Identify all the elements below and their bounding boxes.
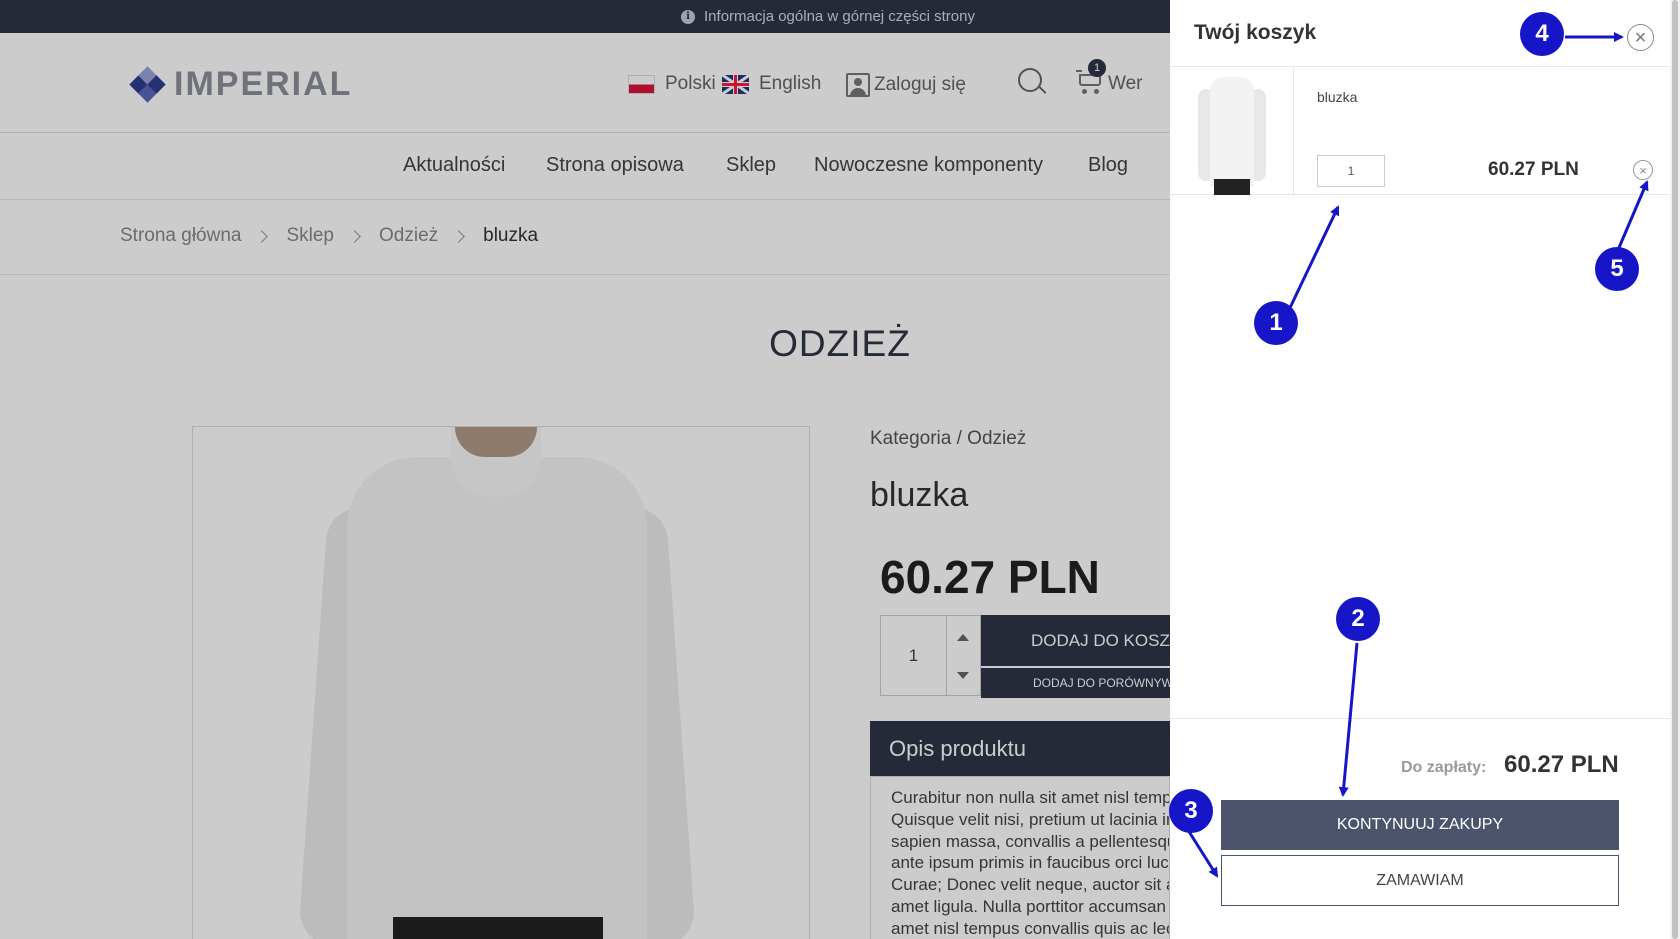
- cart-item-thumbnail[interactable]: [1170, 67, 1294, 195]
- close-icon[interactable]: ×: [1627, 24, 1654, 51]
- remove-item-icon[interactable]: ×: [1633, 160, 1653, 180]
- total-label: Do zapłaty:: [1401, 759, 1487, 776]
- total-value: 60.27 PLN: [1504, 751, 1619, 778]
- annotation-badge-4: 4: [1520, 12, 1564, 56]
- cart-title: Twój koszyk: [1194, 21, 1317, 44]
- page-overlay[interactable]: [0, 0, 1170, 939]
- cart-item-price: 60.27 PLN: [1488, 159, 1579, 180]
- continue-shopping-button[interactable]: KONTYNUUJ ZAKUPY: [1221, 800, 1619, 850]
- cart-item-quantity-input[interactable]: 1: [1317, 155, 1385, 187]
- cart-item: bluzka 1 60.27 PLN ×: [1170, 67, 1670, 195]
- annotation-badge-1: 1: [1254, 301, 1298, 345]
- annotation-badge-5: 5: [1595, 247, 1639, 291]
- place-order-button[interactable]: ZAMAWIAM: [1221, 855, 1619, 906]
- annotation-badge-3: 3: [1169, 789, 1213, 833]
- cart-item-name[interactable]: bluzka: [1317, 89, 1357, 105]
- cart-panel: Twój koszyk × bluzka 1 60.27 PLN × Do za…: [1170, 0, 1670, 939]
- divider: [1170, 718, 1670, 719]
- annotation-badge-2: 2: [1336, 597, 1380, 641]
- scrollbar-thumb[interactable]: [1672, 0, 1678, 939]
